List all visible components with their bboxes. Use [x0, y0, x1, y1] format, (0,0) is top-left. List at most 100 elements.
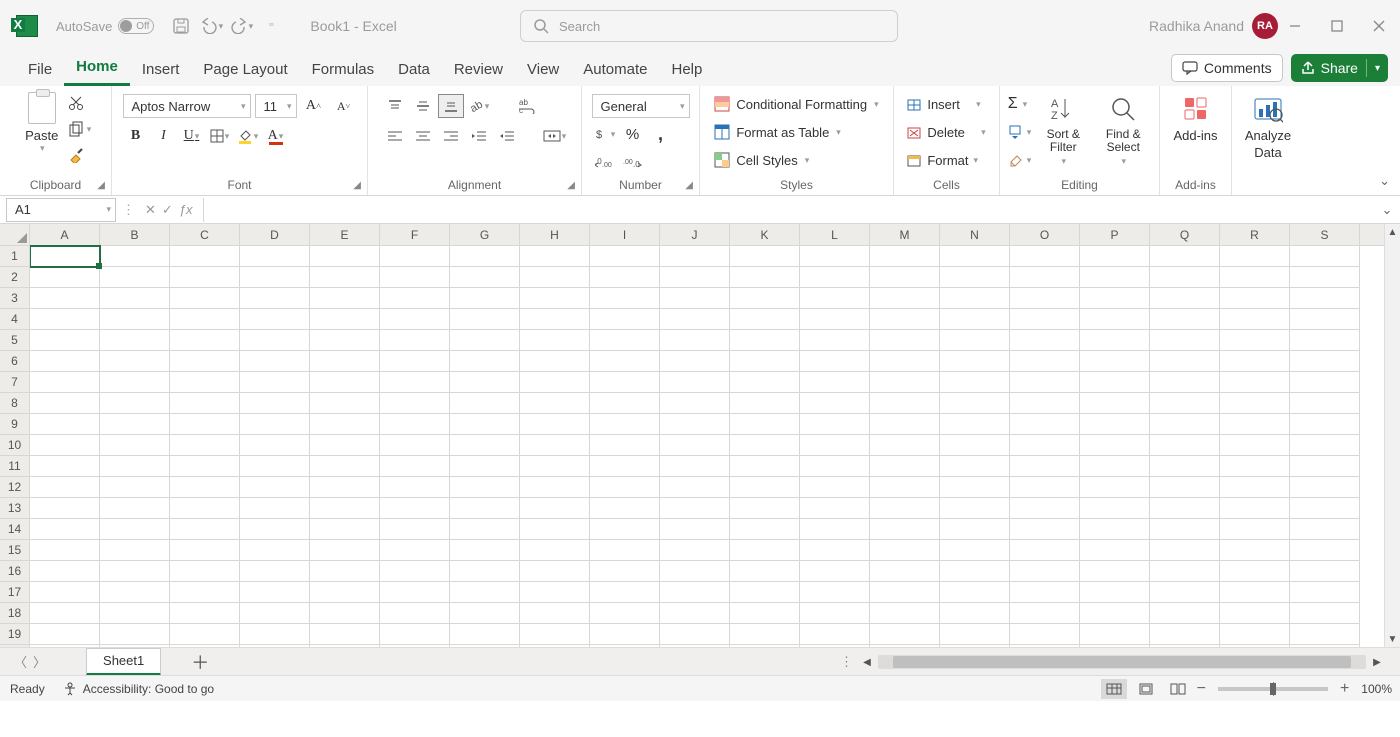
cell[interactable]	[1220, 267, 1290, 288]
cell[interactable]	[730, 351, 800, 372]
save-icon[interactable]	[168, 14, 194, 38]
cell[interactable]	[940, 624, 1010, 645]
cell[interactable]	[30, 267, 100, 288]
format-cells-button[interactable]: Format▾	[907, 148, 985, 172]
cell[interactable]	[30, 372, 100, 393]
share-button[interactable]: Share ▾	[1291, 54, 1388, 82]
cell[interactable]	[310, 477, 380, 498]
cell[interactable]	[1080, 267, 1150, 288]
cell[interactable]	[1220, 519, 1290, 540]
select-all-corner[interactable]	[0, 224, 29, 246]
cell[interactable]	[730, 267, 800, 288]
cell[interactable]	[380, 477, 450, 498]
cell[interactable]	[380, 603, 450, 624]
cell[interactable]	[940, 372, 1010, 393]
cell[interactable]	[30, 603, 100, 624]
row-header[interactable]: 3	[0, 288, 29, 309]
orientation-button[interactable]: ab▾	[466, 94, 492, 118]
row-header[interactable]: 13	[0, 498, 29, 519]
cell[interactable]	[310, 351, 380, 372]
cell[interactable]	[240, 372, 310, 393]
cell[interactable]	[1080, 246, 1150, 267]
column-header[interactable]: H	[520, 224, 590, 245]
cell[interactable]	[30, 477, 100, 498]
cell[interactable]	[590, 540, 660, 561]
zoom-level[interactable]: 100%	[1361, 682, 1392, 696]
cell[interactable]	[1220, 456, 1290, 477]
conditional-formatting-button[interactable]: Conditional Formatting▾	[714, 92, 878, 116]
cell[interactable]	[660, 267, 730, 288]
cell[interactable]	[1290, 456, 1360, 477]
cell[interactable]	[940, 309, 1010, 330]
cell[interactable]	[450, 498, 520, 519]
cell[interactable]	[940, 246, 1010, 267]
cell[interactable]	[1220, 288, 1290, 309]
cell[interactable]	[100, 540, 170, 561]
cell[interactable]	[590, 456, 660, 477]
enter-formula-icon[interactable]: ✓	[162, 202, 173, 218]
row-header[interactable]: 17	[0, 582, 29, 603]
cell[interactable]	[660, 414, 730, 435]
cell[interactable]	[520, 351, 590, 372]
cell[interactable]	[730, 309, 800, 330]
cell[interactable]	[660, 330, 730, 351]
cell[interactable]	[380, 624, 450, 645]
cell[interactable]	[940, 435, 1010, 456]
collapse-ribbon-button[interactable]: ⌄	[1379, 173, 1390, 189]
cell[interactable]	[1150, 435, 1220, 456]
zoom-in-button[interactable]: +	[1340, 680, 1349, 698]
clear-button[interactable]: ▾	[1008, 148, 1032, 172]
cell[interactable]	[450, 372, 520, 393]
cell[interactable]	[240, 330, 310, 351]
cell[interactable]	[240, 414, 310, 435]
horizontal-scrollbar[interactable]: ◀ ▶	[860, 653, 1384, 671]
cell[interactable]	[730, 330, 800, 351]
cell[interactable]	[1080, 561, 1150, 582]
italic-button[interactable]: I	[151, 124, 177, 148]
cell[interactable]	[1080, 288, 1150, 309]
cell[interactable]	[940, 393, 1010, 414]
cell[interactable]	[590, 288, 660, 309]
fill-button[interactable]: ▾	[1008, 120, 1032, 144]
cell[interactable]	[1010, 477, 1080, 498]
cell[interactable]	[1080, 456, 1150, 477]
cell[interactable]	[940, 456, 1010, 477]
cell[interactable]	[100, 498, 170, 519]
align-bottom-button[interactable]	[438, 94, 464, 118]
cell[interactable]	[940, 582, 1010, 603]
cell[interactable]	[590, 582, 660, 603]
cell[interactable]	[1150, 582, 1220, 603]
comma-format-button[interactable]: ,	[648, 122, 674, 146]
cell[interactable]	[660, 372, 730, 393]
scroll-right-icon[interactable]: ▶	[1370, 657, 1384, 668]
cell[interactable]	[870, 456, 940, 477]
cell[interactable]	[450, 519, 520, 540]
cell[interactable]	[730, 414, 800, 435]
column-header[interactable]: L	[800, 224, 870, 245]
cell[interactable]	[870, 624, 940, 645]
cell[interactable]	[450, 456, 520, 477]
cell[interactable]	[1080, 540, 1150, 561]
cell[interactable]	[30, 456, 100, 477]
cell[interactable]	[1290, 246, 1360, 267]
cell[interactable]	[870, 267, 940, 288]
cell[interactable]	[1080, 624, 1150, 645]
column-header[interactable]: Q	[1150, 224, 1220, 245]
cell[interactable]	[1290, 414, 1360, 435]
cell[interactable]	[30, 330, 100, 351]
cell[interactable]	[1150, 330, 1220, 351]
cell[interactable]	[870, 435, 940, 456]
cell[interactable]	[940, 498, 1010, 519]
cell[interactable]	[450, 624, 520, 645]
cell[interactable]	[450, 330, 520, 351]
close-button[interactable]	[1358, 0, 1400, 52]
cell[interactable]	[800, 477, 870, 498]
cell[interactable]	[100, 414, 170, 435]
cell[interactable]	[310, 435, 380, 456]
cell[interactable]	[450, 309, 520, 330]
fx-icon[interactable]: ƒx	[179, 202, 193, 217]
minimize-button[interactable]	[1274, 0, 1316, 52]
cell[interactable]	[240, 393, 310, 414]
cell[interactable]	[1010, 582, 1080, 603]
cell[interactable]	[1080, 477, 1150, 498]
